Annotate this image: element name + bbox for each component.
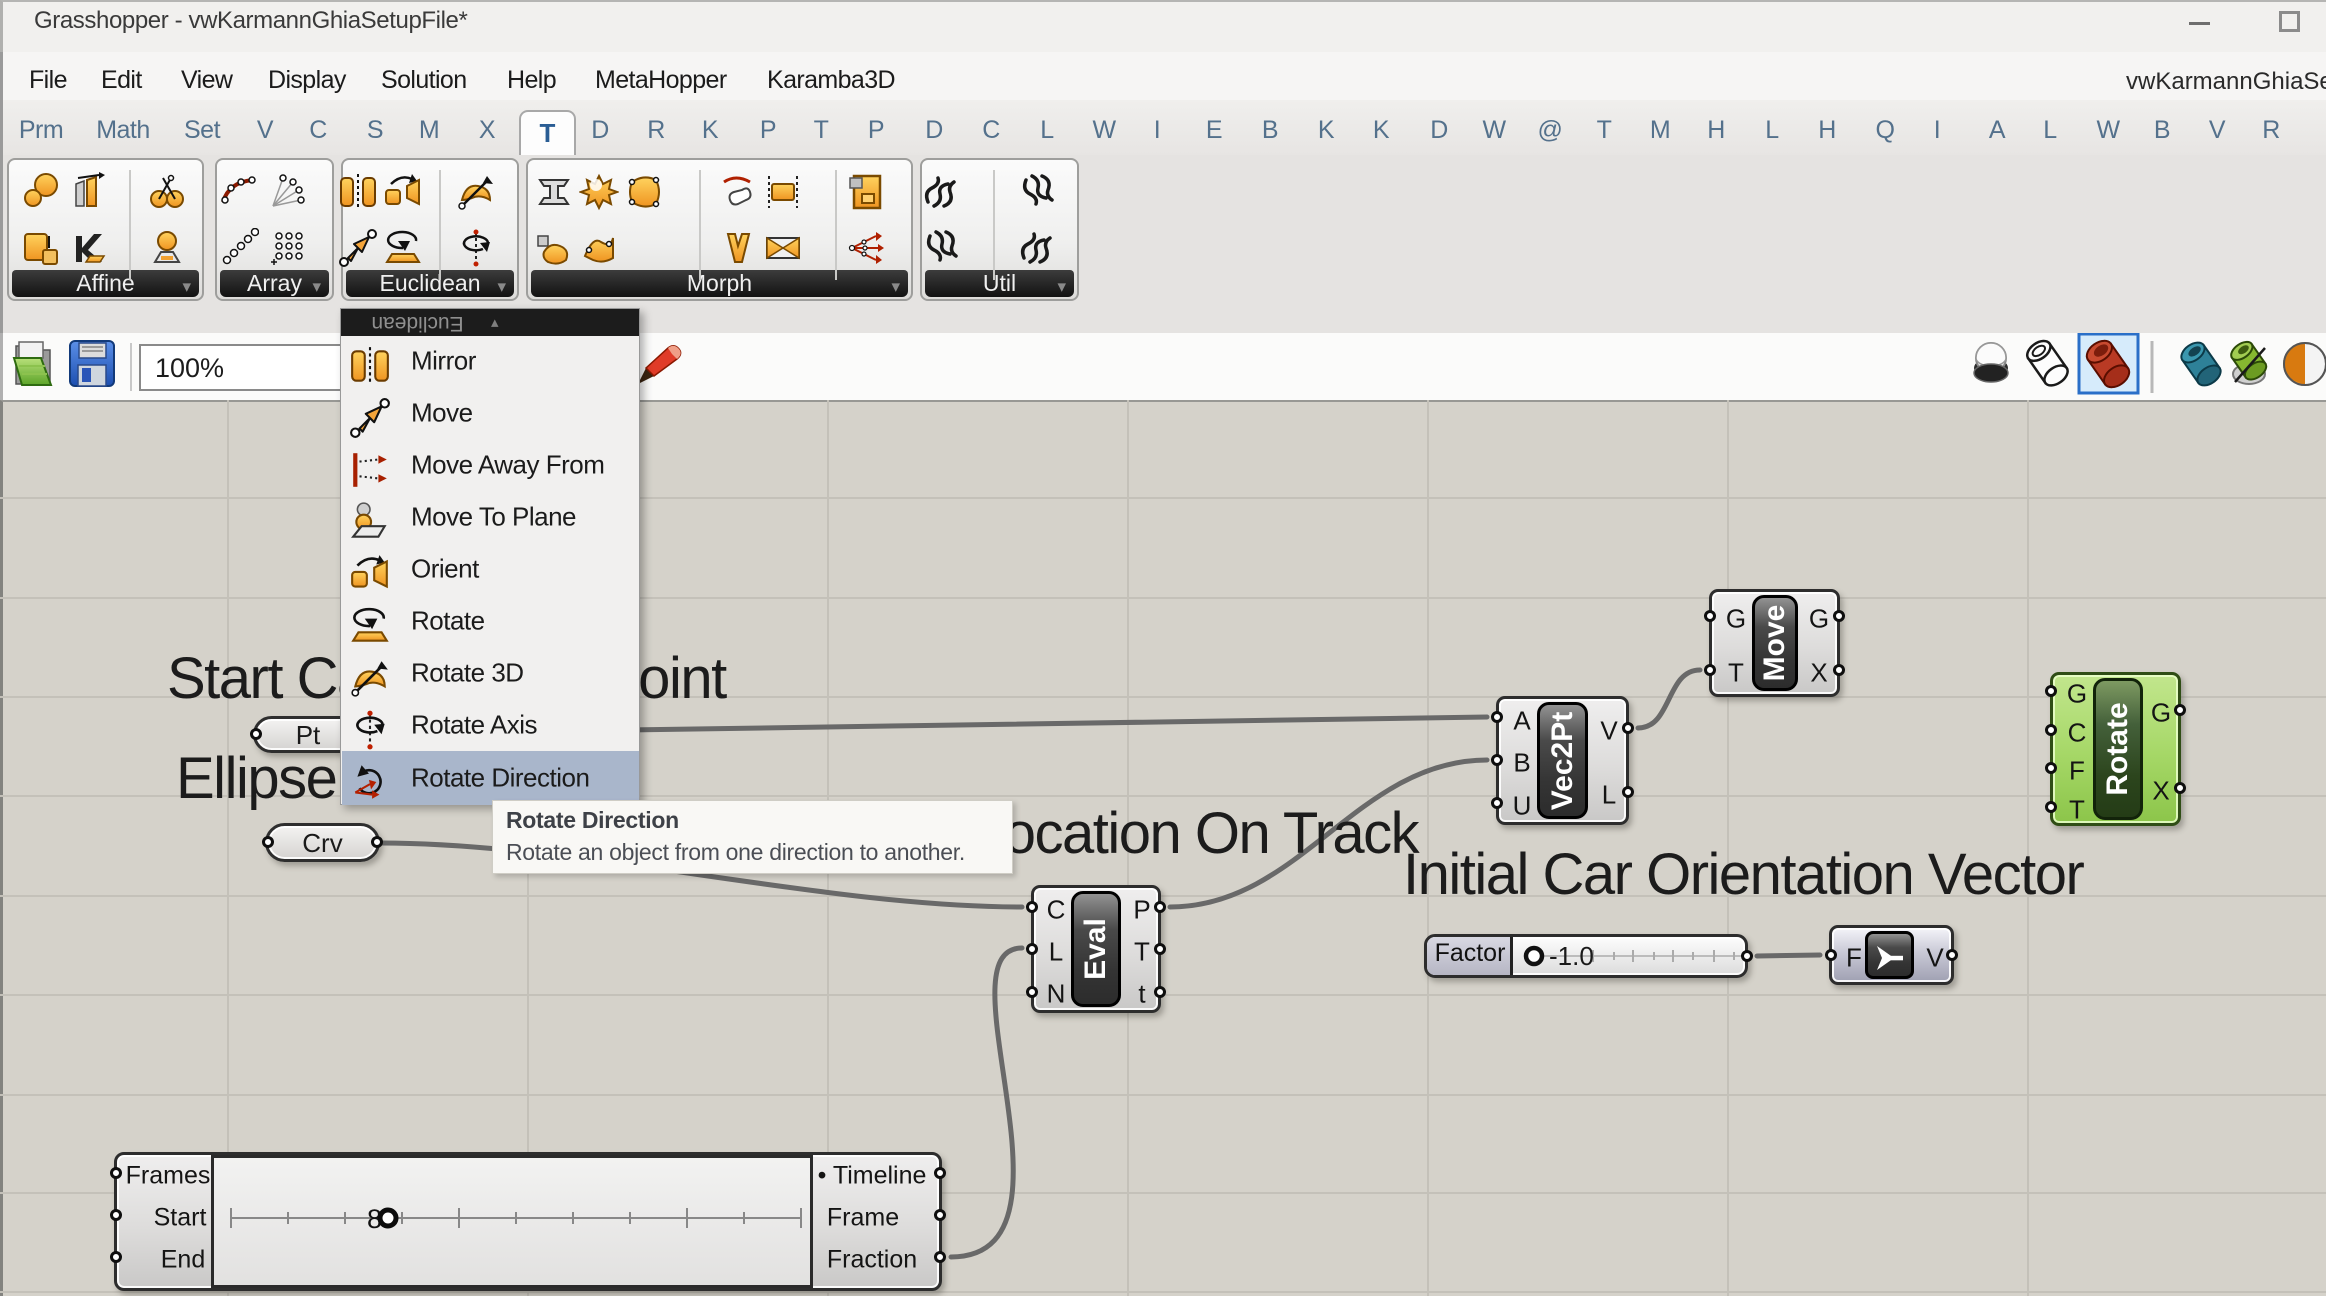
svg-text:-1.0: -1.0 bbox=[1549, 941, 1594, 971]
svg-text:100%: 100% bbox=[155, 353, 224, 383]
